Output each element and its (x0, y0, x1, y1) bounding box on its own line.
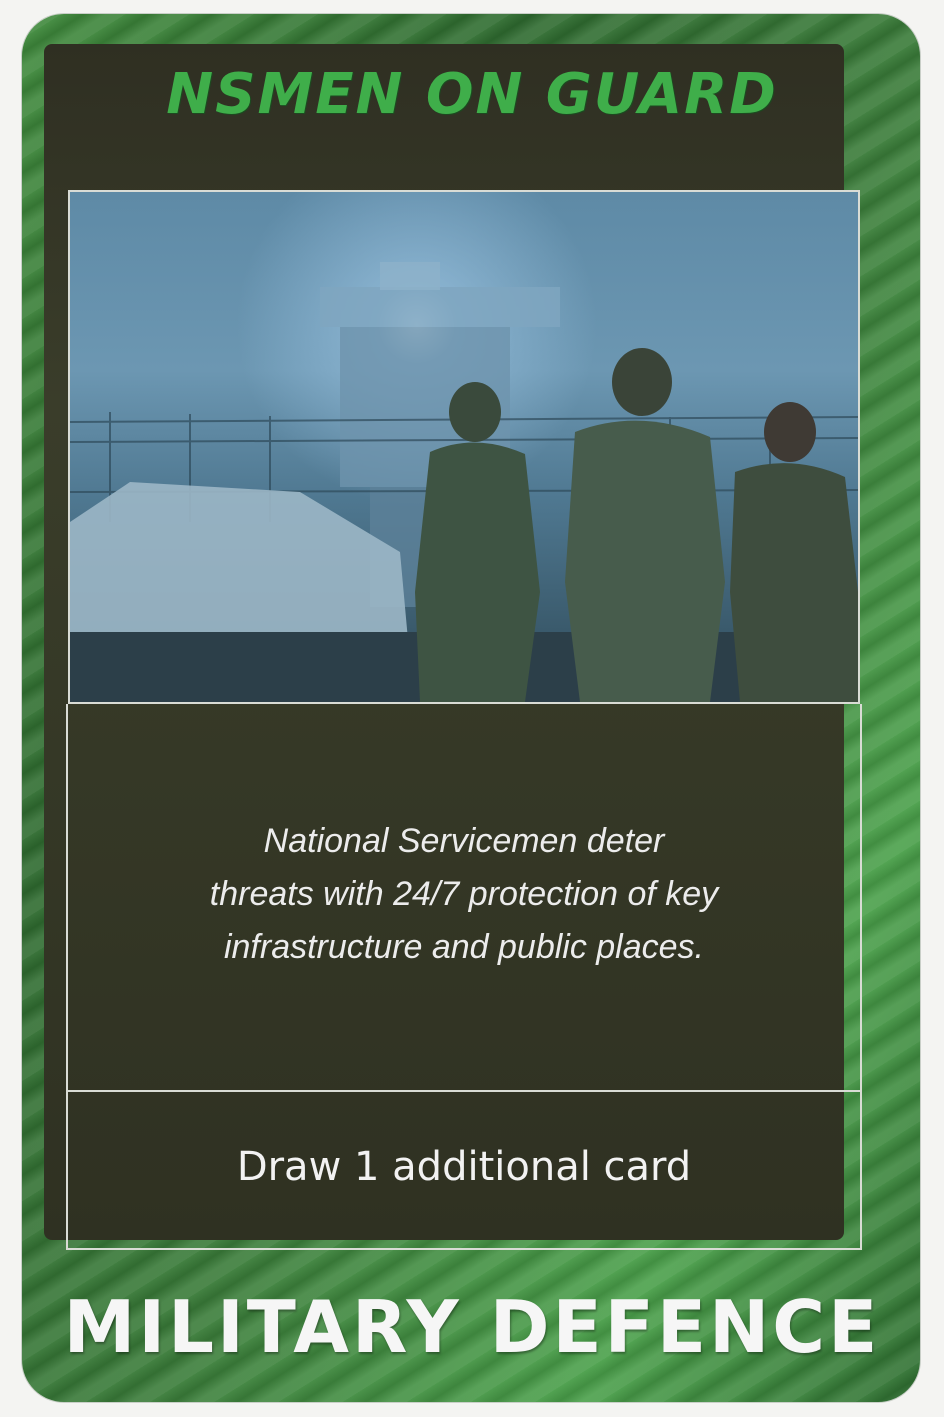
effect-text: Draw 1 additional card (236, 1144, 692, 1190)
card-title: NSMEN ON GUARD (166, 62, 778, 127)
flavor-line: infrastructure and public places. (223, 928, 705, 966)
card-illustration (68, 190, 860, 704)
illustration-soldiers-on-guard (70, 262, 858, 702)
flavor-line: threats with 24/7 protection of key (209, 875, 719, 913)
effect-box: Draw 1 additional card (66, 1090, 862, 1250)
text-box-right-border (860, 704, 862, 1090)
card-category: MILITARY DEFENCE (63, 1285, 881, 1369)
flavor-text: National Servicemen deter threats with 2… (68, 815, 860, 974)
flavor-line: National Servicemen deter (263, 822, 665, 860)
